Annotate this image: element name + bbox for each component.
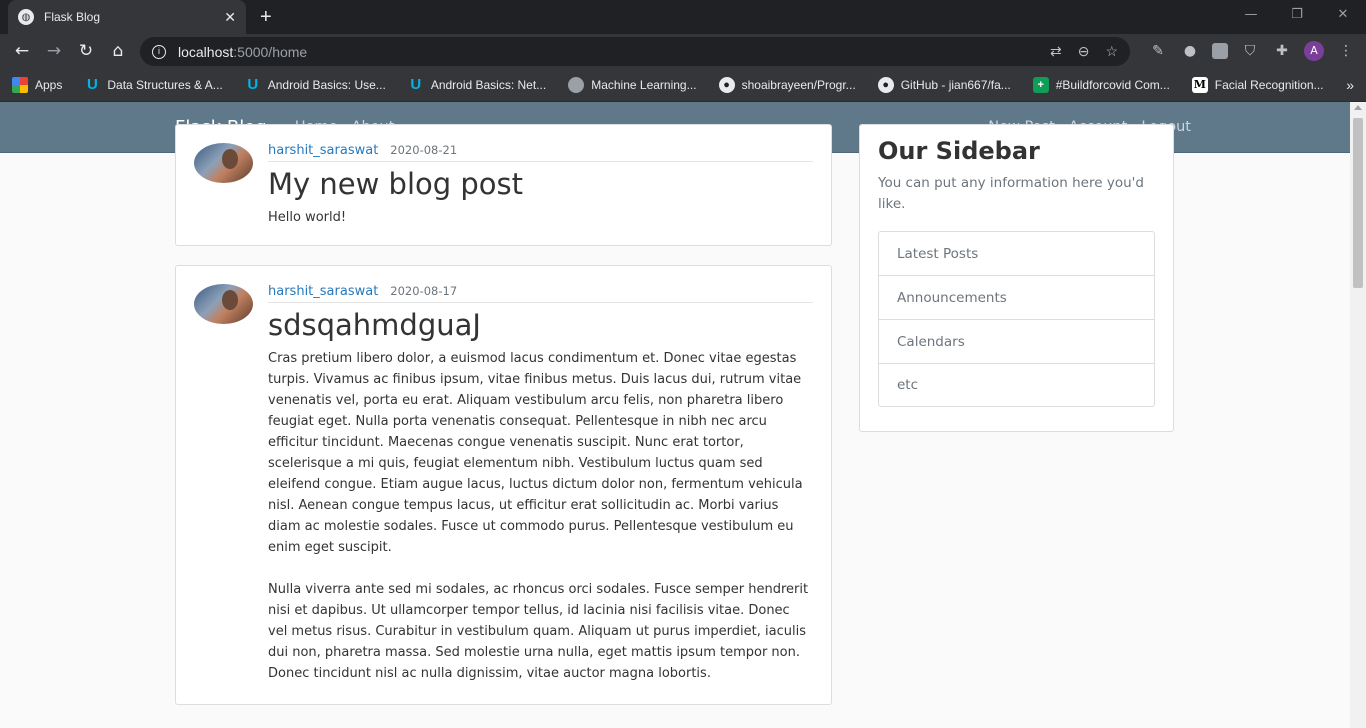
sidebar-title: Our Sidebar [878, 137, 1040, 165]
address-bar[interactable]: i localhost:5000/home ⇄ ⊖ ☆ [140, 37, 1130, 66]
post-date: 2020-08-21 [390, 143, 458, 157]
tab-title: Flask Blog [44, 10, 101, 24]
brain-icon [568, 76, 585, 93]
author-avatar [194, 284, 253, 324]
sidebar-text: You can put any information here you'd l… [878, 175, 1144, 212]
forward-icon[interactable]: → [38, 41, 70, 61]
bookmark-item[interactable]: M Facial Recognition... [1191, 76, 1324, 93]
author-avatar [194, 143, 253, 183]
post-author-link[interactable]: harshit_saraswat [268, 284, 378, 299]
sidebar-item-latest-posts[interactable]: Latest Posts [879, 232, 1154, 276]
post-date: 2020-08-17 [390, 284, 458, 298]
home-icon[interactable]: ⌂ [102, 41, 134, 61]
window-close-icon[interactable]: ✕ [1320, 0, 1366, 30]
sidebar-item-calendars[interactable]: Calendars [879, 320, 1154, 364]
translate-icon[interactable]: ⇄ [1050, 43, 1062, 60]
pen-extension-icon[interactable]: ✎ [1148, 41, 1168, 61]
new-tab-button[interactable]: + [260, 6, 272, 29]
back-icon[interactable]: ← [6, 41, 38, 61]
bookmark-apps[interactable]: Apps [12, 76, 62, 93]
bookmark-item[interactable]: Machine Learning... [568, 76, 697, 93]
plus-square-icon: + [1032, 76, 1049, 93]
post-meta: harshit_saraswat 2020-08-21 [268, 143, 813, 162]
post-author-link[interactable]: harshit_saraswat [268, 143, 378, 158]
globe-icon: ◍ [18, 9, 34, 25]
shield-icon[interactable]: ⛉ [1240, 41, 1260, 61]
sidebar-item-etc[interactable]: etc [879, 364, 1154, 406]
more-bookmarks-icon[interactable]: » [1346, 77, 1354, 93]
bookmark-item[interactable]: + #Buildforcovid Com... [1032, 76, 1170, 93]
sidebar-item-announcements[interactable]: Announcements [879, 276, 1154, 320]
url-host: localhost [178, 43, 234, 60]
bookmark-item[interactable]: ● shoaibrayeen/Progr... [718, 76, 856, 93]
extension-icon[interactable] [1212, 43, 1228, 59]
close-tab-icon[interactable]: ✕ [224, 9, 236, 26]
zoom-icon[interactable]: ⊖ [1078, 43, 1090, 60]
scroll-up-icon[interactable] [1354, 105, 1362, 110]
post-content: Cras pretium libero dolor, a euismod lac… [268, 351, 809, 681]
bookmark-item[interactable]: U Android Basics: Net... [408, 75, 546, 93]
apps-icon [12, 76, 28, 93]
sidebar: Our Sidebar You can put any information … [859, 124, 1174, 432]
post-card: harshit_saraswat 2020-08-17 sdsqahmdguaJ… [175, 265, 832, 705]
github-icon: ● [718, 76, 735, 93]
post-title-link[interactable]: My new blog post [268, 167, 813, 201]
window-controls: — ❐ ✕ [1228, 0, 1366, 30]
mouse-extension-icon[interactable]: ● [1180, 41, 1200, 61]
extensions-area: ✎ ● ⛉ ✚ A ⋮ [1148, 41, 1356, 61]
bookmark-item[interactable]: ● GitHub - jian667/fa... [877, 76, 1011, 93]
url-path: :5000/home [233, 43, 308, 60]
post-body: harshit_saraswat 2020-08-17 sdsqahmdguaJ… [268, 284, 813, 684]
restore-icon[interactable]: ❐ [1274, 0, 1320, 30]
bookmark-item[interactable]: U Android Basics: Use... [245, 75, 385, 93]
bookmark-item[interactable]: U Data Structures & A... [84, 75, 223, 93]
github-icon: ● [877, 76, 894, 93]
reload-icon[interactable]: ↻ [70, 41, 102, 61]
star-icon[interactable]: ☆ [1105, 43, 1118, 60]
bookmarks-bar: Apps U Data Structures & A... U Android Ba… [0, 68, 1366, 102]
menu-dots-icon[interactable]: ⋮ [1336, 41, 1356, 61]
page-scrollbar[interactable] [1350, 102, 1366, 728]
browser-toolbar: ← → ↻ ⌂ i localhost:5000/home ⇄ ⊖ ☆ ✎ ● … [0, 34, 1366, 68]
post-content: Hello world! [268, 210, 347, 225]
info-icon[interactable]: i [152, 44, 166, 59]
minimize-icon[interactable]: — [1228, 0, 1274, 30]
post-body: harshit_saraswat 2020-08-21 My new blog … [268, 143, 813, 228]
medium-icon: M [1191, 76, 1208, 93]
sidebar-list: Latest Posts Announcements Calendars etc [878, 231, 1155, 407]
profile-avatar-icon[interactable]: A [1304, 41, 1324, 61]
post-title-link[interactable]: sdsqahmdguaJ [268, 308, 813, 342]
udacity-icon: U [247, 75, 259, 93]
post-card: harshit_saraswat 2020-08-21 My new blog … [175, 124, 832, 246]
browser-tab-strip: ◍ Flask Blog ✕ + — ❐ ✕ [0, 0, 1366, 34]
udacity-icon: U [86, 75, 98, 93]
udacity-icon: U [410, 75, 422, 93]
page-viewport: Flask Blog Home About New Post Account L… [0, 102, 1366, 728]
scrollbar-thumb[interactable] [1353, 118, 1363, 288]
puzzle-icon[interactable]: ✚ [1272, 41, 1292, 61]
browser-tab[interactable]: ◍ Flask Blog ✕ [8, 0, 246, 34]
post-meta: harshit_saraswat 2020-08-17 [268, 284, 813, 303]
